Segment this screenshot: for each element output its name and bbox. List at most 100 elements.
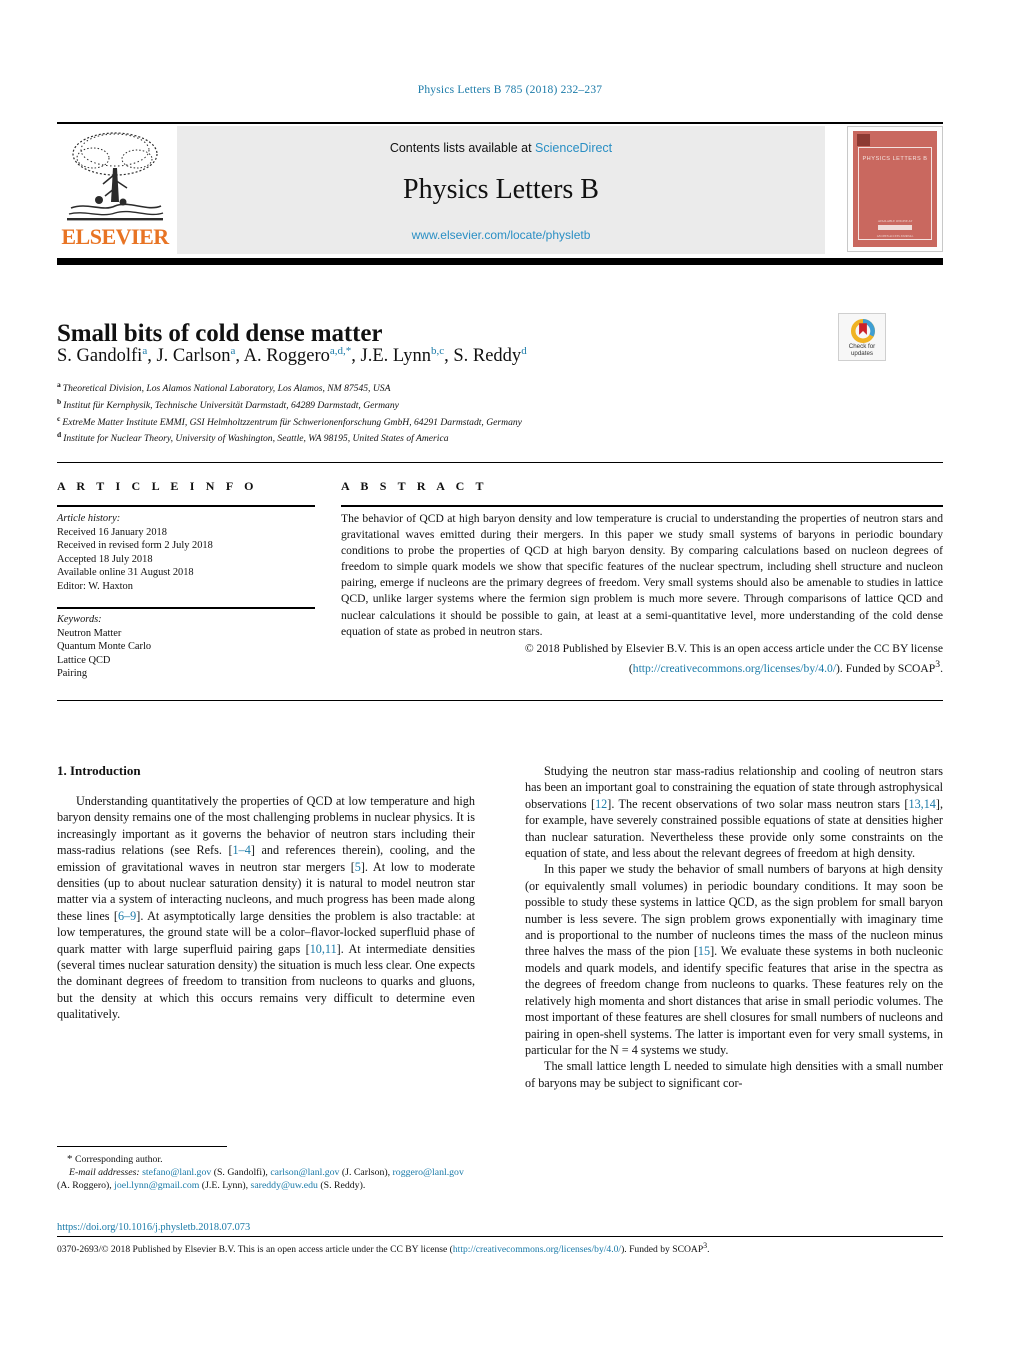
affiliation-item: b Institut für Kernphysik, Technische Uni… (57, 396, 857, 413)
elsevier-wordmark: ELSEVIER (61, 224, 169, 249)
email-link[interactable]: joel.lynn@gmail.com (114, 1180, 199, 1191)
affiliation-list: a Theoretical Division, Los Alamos Nation… (57, 379, 857, 446)
author-affiliation-mark: a (230, 345, 236, 357)
left-column-paragraphs: Understanding quantitatively the propert… (57, 793, 475, 1023)
footer-copyright: 0370-2693/© 2018 Published by Elsevier B… (57, 1241, 710, 1256)
email-link[interactable]: roggero@lanl.gov (393, 1167, 464, 1178)
body-column-right: Studying the neutron star mass-radius re… (525, 763, 943, 1091)
author-name: S. Reddy (453, 346, 522, 367)
author-name: J.E. Lynn (360, 346, 431, 367)
doi-link[interactable]: https://doi.org/10.1016/j.physletb.2018.… (57, 1222, 250, 1233)
crossmark-badge[interactable]: Check for updates (838, 313, 886, 361)
affiliation-text: ExtreMe Matter Institute EMMI, GSI Helmh… (62, 416, 522, 428)
footer-cc-license-link[interactable]: http://creativecommons.org/licenses/by/4… (453, 1244, 621, 1255)
keyword-item: Pairing (57, 668, 88, 680)
running-head: Physics Letters B 785 (2018) 232–237 (417, 84, 603, 96)
footnote-rule (57, 1146, 227, 1147)
body-paragraph: The small lattice length L needed to sim… (525, 1059, 943, 1090)
contents-prefix: Contents lists available at (389, 141, 536, 155)
banner-top-rule (57, 122, 943, 124)
reference-link[interactable]: 5 (355, 860, 361, 874)
abstract-heading: A B S T R A C T (341, 479, 488, 493)
elsevier-tree-icon (67, 132, 164, 221)
author-affiliation-mark: d (521, 345, 527, 357)
article-history-label: Article history: (57, 513, 121, 524)
article-history-item: Received 16 January 2018 (57, 526, 167, 538)
cover-footer-small: AVAILABLE ONLINE AT (877, 219, 913, 223)
cover-title: PHYSICS LETTERS B (862, 156, 928, 162)
banner-center: Contents lists available at ScienceDirec… (177, 126, 825, 254)
body-paragraph: Understanding quantitatively the propert… (57, 794, 476, 1022)
journal-banner: ELSEVIER Contents lists available at Sci… (57, 126, 943, 254)
keywords-label: Keywords: (57, 614, 102, 625)
abstract-text: The behavior of QCD at high baryon densi… (341, 511, 943, 677)
affiliation-item: a Theoretical Division, Los Alamos Nation… (57, 379, 857, 396)
crossmark-line2: updates (850, 350, 874, 357)
contents-available-line: Contents lists available at ScienceDirec… (177, 141, 825, 155)
reference-link[interactable]: 6–9 (118, 909, 136, 923)
affiliation-item: c ExtreMe Matter Institute EMMI, GSI Helm… (57, 413, 857, 430)
abstract-copyright: © 2018 Published by Elsevier B.V. This i… (524, 641, 943, 675)
band-top-rule (57, 462, 943, 463)
paper-page: Physics Letters B 785 (2018) 232–237 ELS… (0, 0, 1020, 1351)
reference-link[interactable]: 15 (698, 944, 710, 958)
author-affiliation-mark: b,c (430, 345, 445, 357)
abstract-rule (341, 505, 943, 507)
email-link[interactable]: stefano@lanl.gov (142, 1167, 211, 1178)
affiliation-text: Institut für Kernphysik, Technische Univ… (63, 399, 399, 411)
reference-link[interactable]: 13,14 (908, 797, 935, 811)
crossmark-label: Check for updates (839, 343, 885, 357)
footer-rule (57, 1236, 943, 1237)
author-name: A. Roggero (243, 346, 330, 367)
cover-footer-logo (878, 225, 912, 230)
keyword-item: Neutron Matter (57, 627, 122, 639)
section-heading-introduction: 1. Introduction (57, 763, 141, 778)
email-addresses-note: E-mail addresses: stefano@lanl.gov (S. G… (57, 1167, 464, 1192)
banner-bottom-rule (57, 258, 943, 265)
corresponding-author-note: * Corresponding author. (57, 1153, 475, 1166)
sciencedirect-link[interactable]: ScienceDirect (535, 141, 612, 155)
affiliation-item: d Institute for Nuclear Theory, Universit… (57, 429, 857, 446)
affiliation-text: Theoretical Division, Los Alamos Nationa… (62, 383, 391, 395)
article-info-rule (57, 505, 315, 507)
email-link[interactable]: carlson@lanl.gov (270, 1167, 339, 1178)
article-history-item: Received in revised form 2 July 2018 (57, 540, 213, 552)
affiliation-mark: a (57, 380, 61, 389)
cover-footer-bottom: AN OPEN ACCESS JOURNAL (876, 235, 914, 238)
author-list: S. Gandolfia, J. Carlsona, A. Roggeroa,d… (57, 345, 527, 367)
affiliation-mark: d (57, 430, 62, 440)
article-history-item: Available online 31 August 2018 (57, 567, 194, 579)
author-affiliation-mark: a,d, (329, 345, 346, 357)
reference-link[interactable]: 10,11 (310, 942, 337, 956)
page-title: Small bits of cold dense matter (57, 319, 383, 347)
crossmark-icon (850, 318, 876, 344)
footnotes-block: * Corresponding author. E-mail addresses:… (57, 1153, 475, 1193)
author-affiliation-mark: a (142, 345, 148, 357)
elsevier-logo: ELSEVIER (57, 126, 173, 254)
abstract-body: The behavior of QCD at high baryon densi… (341, 512, 943, 638)
crossmark-line1: Check for (848, 343, 876, 350)
article-history-items: Received 16 January 2018 Received in revi… (57, 526, 317, 594)
article-history-item: Editor: W. Haxton (57, 580, 133, 592)
email-link[interactable]: sareddy@uw.edu (251, 1180, 318, 1191)
reference-link[interactable]: 1–4 (233, 843, 251, 857)
cover-publisher-badge-icon (857, 134, 870, 146)
scoap-superscript: 3 (935, 658, 941, 670)
article-info-heading: A R T I C L E I N F O (57, 479, 258, 493)
reference-link[interactable]: 12 (595, 797, 607, 811)
affiliation-mark: c (57, 413, 61, 423)
right-column-paragraphs: Studying the neutron star mass-radius re… (525, 763, 943, 1091)
email-addresses-label: E-mail addresses: (69, 1167, 143, 1179)
journal-title: Physics Letters B (403, 174, 599, 205)
cc-license-link[interactable]: http://creativecommons.org/licenses/by/4… (633, 662, 836, 675)
affiliation-mark: b (57, 396, 62, 406)
author-name: J. Carlson (156, 346, 231, 367)
keywords-items: Neutron Matter Quantum Monte Carlo Lattice… (57, 627, 317, 681)
keyword-item: Lattice QCD (57, 654, 111, 666)
journal-url-link[interactable]: www.elsevier.com/locate/physletb (177, 228, 825, 242)
journal-cover-thumbnail: PHYSICS LETTERS B AVAILABLE ONLINE AT AN… (847, 126, 943, 252)
corresponding-author-mark: * (345, 345, 352, 357)
keyword-item: Quantum Monte Carlo (57, 641, 152, 653)
keywords-rule (57, 607, 315, 609)
article-history-block: Article history: Received 16 January 201… (57, 512, 317, 594)
